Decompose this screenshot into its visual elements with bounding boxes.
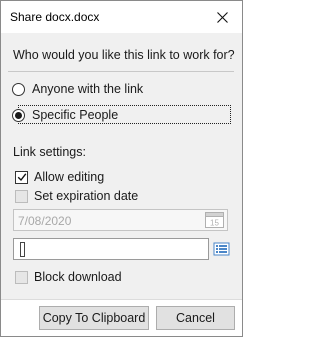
footer-divider bbox=[1, 299, 242, 300]
expiration-date-value: 7/08/2020 bbox=[18, 214, 72, 228]
close-icon bbox=[216, 11, 228, 23]
calendar-icon[interactable]: 15 bbox=[204, 211, 225, 229]
expiration-date-picker[interactable]: 7/08/2020 15 bbox=[13, 209, 228, 231]
divider bbox=[8, 71, 234, 72]
checkmark-icon bbox=[17, 173, 26, 182]
radio-button-selected[interactable] bbox=[12, 108, 25, 122]
radio-label: Anyone with the link bbox=[32, 82, 144, 96]
title-bar[interactable]: Share docx.docx bbox=[1, 1, 242, 33]
dialog-body: Who would you like this link to work for… bbox=[1, 33, 242, 299]
share-question: Who would you like this link to work for… bbox=[13, 48, 235, 62]
block-download-checkbox[interactable]: Block download bbox=[15, 269, 122, 285]
allow-editing-checkbox[interactable]: Allow editing bbox=[15, 169, 104, 185]
checkbox-disabled[interactable] bbox=[15, 189, 28, 203]
people-input[interactable] bbox=[13, 238, 209, 260]
cancel-button[interactable]: Cancel bbox=[156, 306, 235, 330]
checkbox-label: Set expiration date bbox=[34, 189, 139, 203]
radio-anyone-with-link[interactable]: Anyone with the link bbox=[12, 80, 143, 98]
checkbox-checked[interactable] bbox=[15, 170, 28, 184]
radio-label: Specific People bbox=[32, 108, 119, 122]
close-button[interactable] bbox=[209, 7, 235, 27]
checkbox-label: Allow editing bbox=[34, 170, 105, 184]
checkbox-disabled[interactable] bbox=[15, 270, 28, 284]
text-caret bbox=[20, 242, 25, 257]
copy-to-clipboard-button[interactable]: Copy To Clipboard bbox=[39, 306, 149, 330]
window-title: Share docx.docx bbox=[10, 10, 100, 24]
checkbox-label: Block download bbox=[34, 270, 122, 284]
set-expiration-checkbox[interactable]: Set expiration date bbox=[15, 188, 138, 204]
radio-specific-people[interactable]: Specific People bbox=[12, 106, 118, 124]
link-settings-label: Link settings: bbox=[13, 145, 86, 159]
radio-button[interactable] bbox=[12, 82, 25, 96]
address-book-icon[interactable] bbox=[213, 242, 230, 256]
share-dialog: Share docx.docx Who would you like this … bbox=[0, 0, 243, 337]
calendar-day: 15 bbox=[210, 219, 219, 228]
